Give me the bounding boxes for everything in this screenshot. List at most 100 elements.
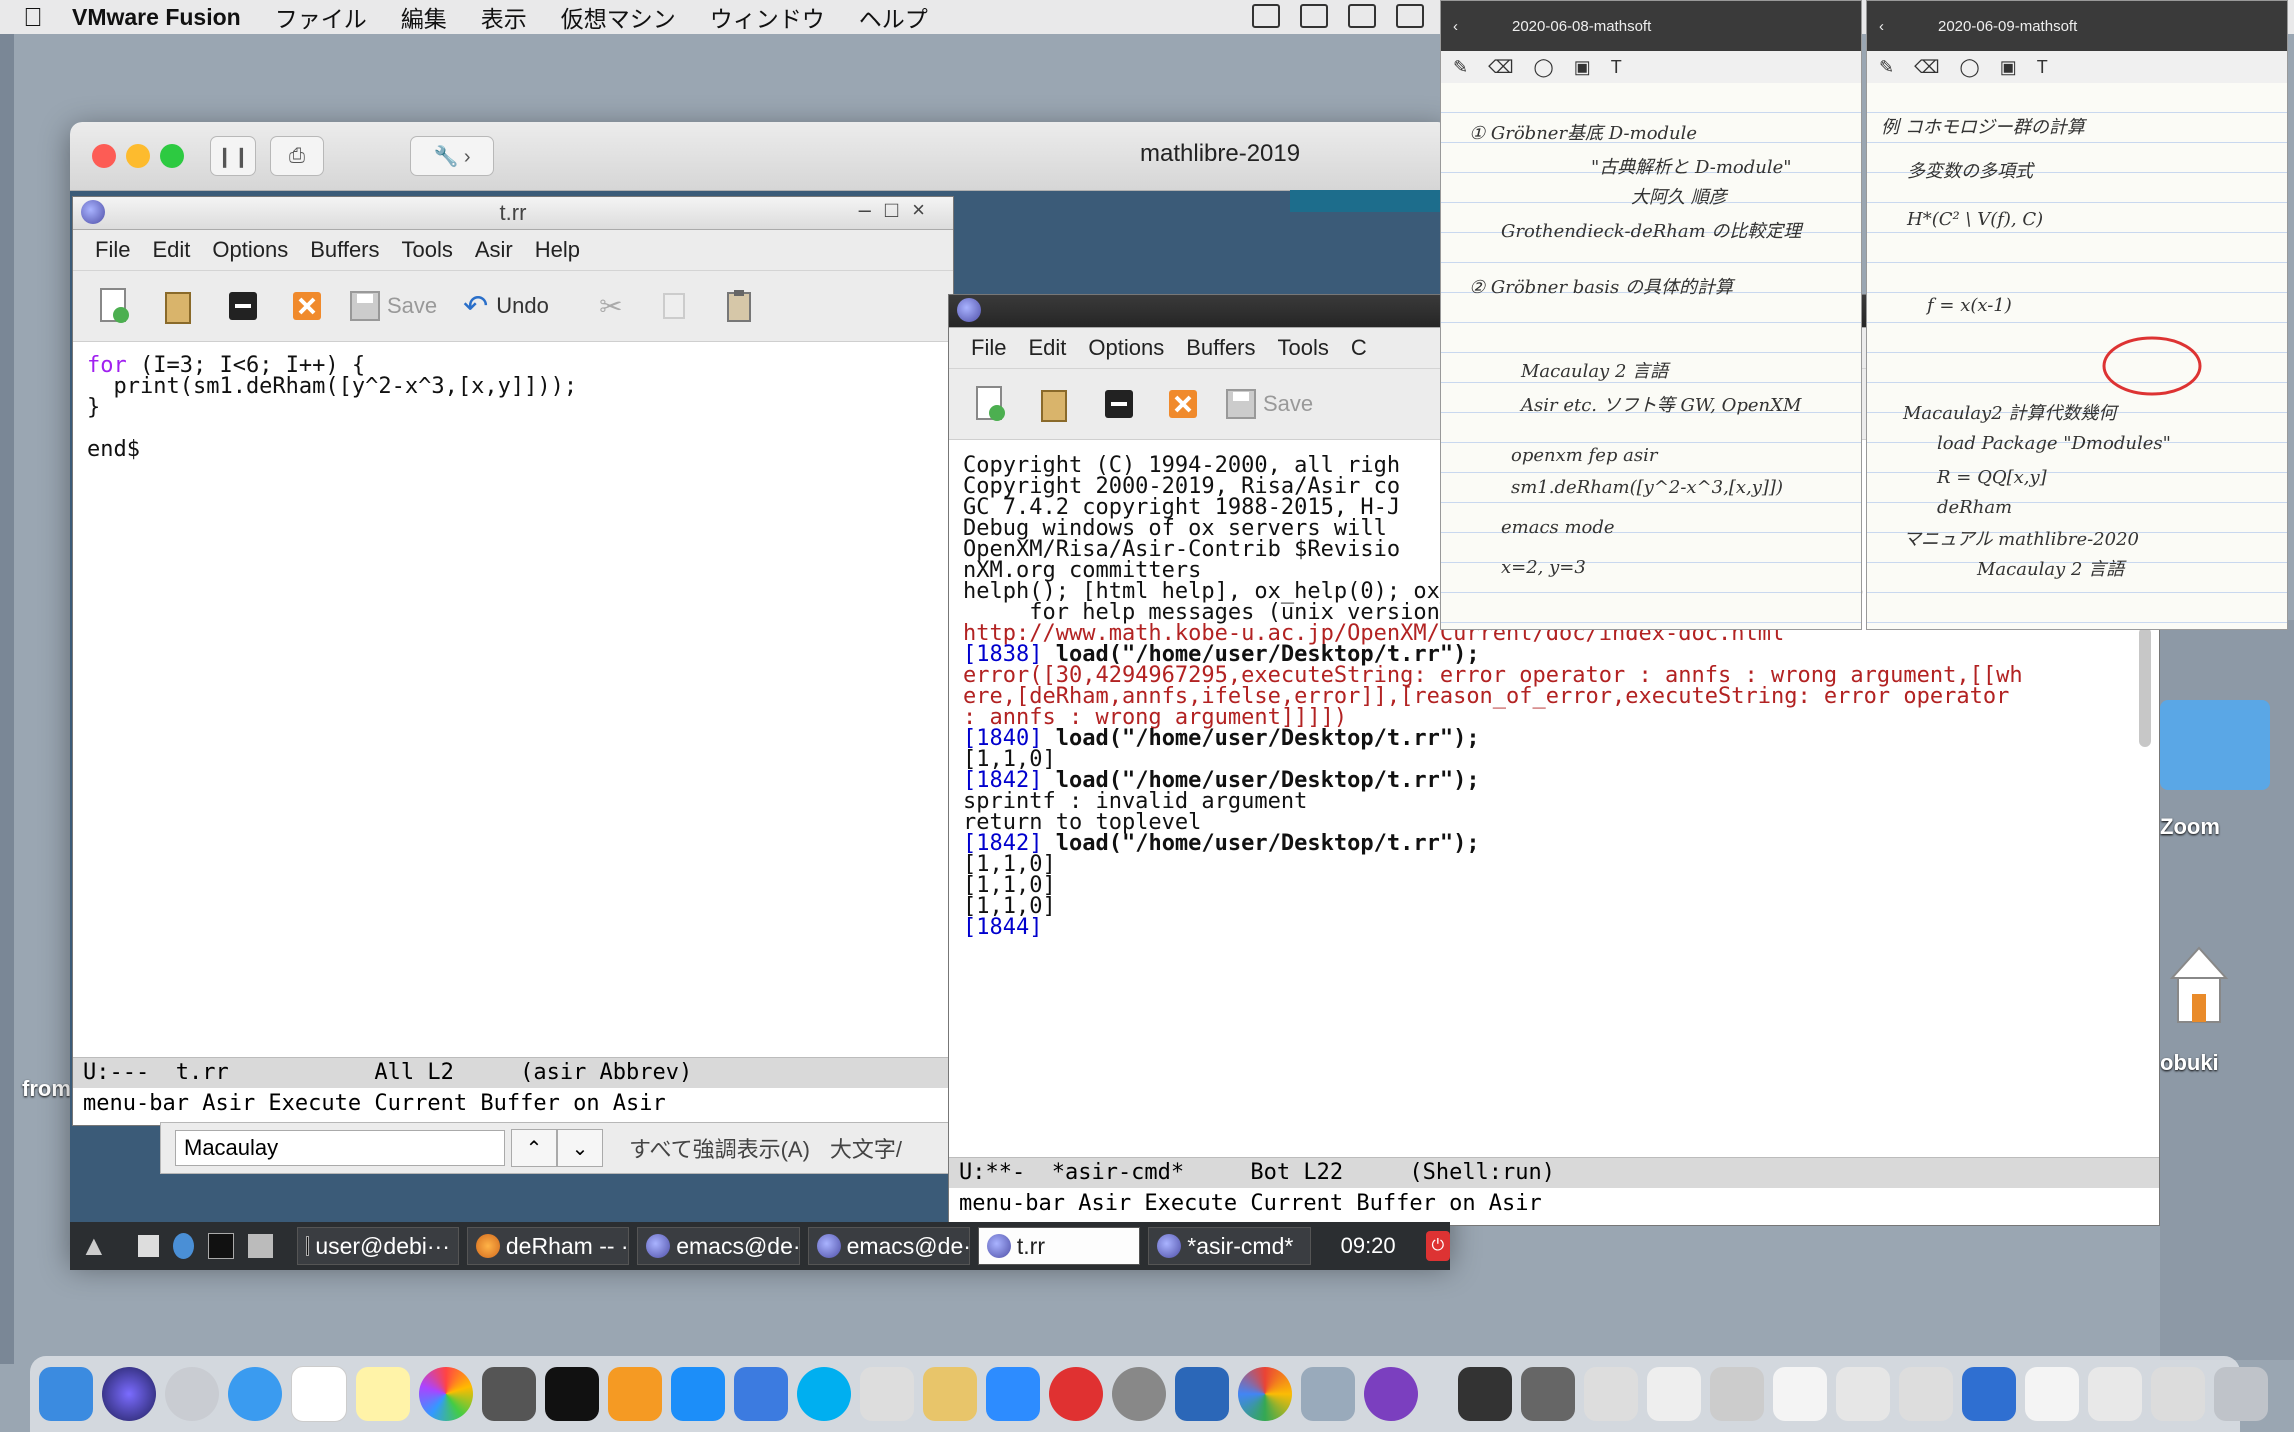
minimized-window-icon[interactable] bbox=[2088, 1367, 2142, 1421]
find-previous-button[interactable]: ⌃ bbox=[511, 1129, 557, 1167]
cut-icon[interactable]: ✂ bbox=[589, 284, 633, 328]
undo-button[interactable]: ↶ Undo bbox=[463, 289, 549, 324]
zoom-icon[interactable] bbox=[986, 1367, 1040, 1421]
menu-tools[interactable]: Tools bbox=[1278, 335, 1329, 361]
emacs-icon[interactable] bbox=[1364, 1367, 1418, 1421]
pen-icon[interactable]: ✎ bbox=[1879, 57, 1894, 78]
copy-icon[interactable] bbox=[653, 284, 697, 328]
books-icon[interactable] bbox=[608, 1367, 662, 1421]
save-button[interactable]: Save bbox=[349, 290, 437, 322]
minibuffer-asircmd[interactable]: menu-bar Asir Execute Current Buffer on … bbox=[949, 1189, 2159, 1219]
terminal-icon[interactable] bbox=[545, 1367, 599, 1421]
eraser-icon[interactable]: ⌫ bbox=[1488, 57, 1513, 78]
menu-file[interactable]: File bbox=[95, 237, 130, 263]
preview-icon[interactable] bbox=[860, 1367, 914, 1421]
save-button[interactable]: Save bbox=[1225, 388, 1313, 420]
scrollbar-thumb[interactable] bbox=[2139, 627, 2151, 747]
image-icon[interactable]: ▣ bbox=[1574, 57, 1591, 78]
home-folder-icon[interactable] bbox=[2168, 944, 2230, 1028]
highlight-all-option[interactable]: すべて強調表示(A) bbox=[629, 1132, 810, 1164]
menu-help[interactable]: Help bbox=[535, 237, 580, 263]
apple-icon[interactable]:  bbox=[20, 2, 46, 32]
note-panel-right[interactable]: ‹ 2020-06-09-mathsoft ✎ ⌫ ◯ ▣ T 例 コホモロジー群の計算… bbox=[1866, 0, 2288, 630]
menu-options[interactable]: Options bbox=[212, 237, 288, 263]
menu-window[interactable]: ウィンドウ bbox=[710, 0, 825, 34]
task-derham[interactable]: deRham -- ··· bbox=[466, 1227, 630, 1265]
open-folder-icon[interactable] bbox=[1033, 382, 1077, 426]
notes-icon[interactable] bbox=[356, 1367, 410, 1421]
menu-buffers[interactable]: Buffers bbox=[1186, 335, 1255, 361]
kill-icon[interactable] bbox=[285, 284, 329, 328]
siri-icon[interactable] bbox=[102, 1367, 156, 1421]
new-file-icon[interactable] bbox=[969, 382, 1013, 426]
task-emacs-1[interactable]: emacs@de··· bbox=[637, 1227, 800, 1265]
close-buffer-icon[interactable] bbox=[221, 284, 265, 328]
zoom-folder-icon[interactable] bbox=[2160, 700, 2270, 790]
menu-file[interactable]: ファイル bbox=[275, 0, 367, 34]
menu-help[interactable]: ヘルプ bbox=[859, 0, 928, 34]
search-input[interactable] bbox=[175, 1130, 505, 1166]
lasso-icon[interactable]: ◯ bbox=[1534, 57, 1554, 78]
menu-edit[interactable]: 編集 bbox=[401, 0, 447, 34]
minimized-window-icon[interactable] bbox=[1458, 1367, 1512, 1421]
pause-icon[interactable]: ❙❙ bbox=[210, 136, 256, 176]
minimize-button[interactable] bbox=[126, 144, 150, 168]
note-panel-left[interactable]: ‹ 2020-06-08-mathsoft ✎ ⌫ ◯ ▣ T ① Gröbner基底 … bbox=[1440, 0, 1862, 630]
minimized-window-icon[interactable] bbox=[1521, 1367, 1575, 1421]
window-controls-icon[interactable]: ‒□× bbox=[859, 197, 939, 223]
minimized-window-icon[interactable] bbox=[1899, 1367, 1953, 1421]
menu-vm[interactable]: 仮想マシン bbox=[561, 0, 676, 34]
paste-icon[interactable] bbox=[717, 284, 761, 328]
pencil-icon[interactable] bbox=[923, 1367, 977, 1421]
eraser-icon[interactable]: ⌫ bbox=[1914, 57, 1939, 78]
trash-icon[interactable] bbox=[2214, 1367, 2268, 1421]
finder-icon[interactable] bbox=[39, 1367, 93, 1421]
display-icon[interactable] bbox=[1348, 4, 1376, 28]
task-trr[interactable]: t.rr bbox=[977, 1227, 1141, 1265]
menu-file[interactable]: File bbox=[971, 335, 1006, 361]
back-icon[interactable]: ‹ bbox=[1879, 18, 1884, 35]
skype-icon[interactable] bbox=[797, 1367, 851, 1421]
browser-icon[interactable] bbox=[172, 1233, 194, 1259]
terminal-icon[interactable] bbox=[207, 1233, 235, 1259]
new-file-icon[interactable] bbox=[93, 284, 137, 328]
launchpad-icon[interactable] bbox=[165, 1367, 219, 1421]
start-menu-icon[interactable]: ▲ bbox=[80, 1230, 108, 1262]
desktop-label-zoom[interactable]: Zoom bbox=[2160, 814, 2220, 840]
image-capture-icon[interactable] bbox=[1301, 1367, 1355, 1421]
menu-edit[interactable]: Edit bbox=[152, 237, 190, 263]
power-icon[interactable]: ⏻ bbox=[1425, 1231, 1450, 1261]
calendar-icon[interactable] bbox=[291, 1366, 347, 1422]
menu-view[interactable]: 表示 bbox=[481, 0, 527, 34]
minimized-window-icon[interactable] bbox=[1710, 1367, 1764, 1421]
desktop-label-from[interactable]: from bbox=[22, 1076, 71, 1102]
vmware-icon[interactable] bbox=[734, 1367, 788, 1421]
photobooth-icon[interactable] bbox=[482, 1367, 536, 1421]
emacs-window-trr[interactable]: t.rr ‒□× File Edit Options Buffers Tools… bbox=[72, 196, 954, 1126]
minimized-window-icon[interactable] bbox=[1773, 1367, 1827, 1421]
system-preferences-icon[interactable] bbox=[1112, 1367, 1166, 1421]
f5-icon[interactable] bbox=[1049, 1367, 1103, 1421]
appstore-icon[interactable] bbox=[671, 1367, 725, 1421]
photos-icon[interactable] bbox=[419, 1367, 473, 1421]
minimized-window-icon[interactable] bbox=[1836, 1367, 1890, 1421]
menu-edit[interactable]: Edit bbox=[1028, 335, 1066, 361]
lasso-icon[interactable]: ◯ bbox=[1960, 57, 1980, 78]
file-manager-icon[interactable] bbox=[248, 1234, 273, 1258]
kill-icon[interactable] bbox=[1161, 382, 1205, 426]
close-buffer-icon[interactable] bbox=[1097, 382, 1141, 426]
minimized-window-icon[interactable] bbox=[1647, 1367, 1701, 1421]
camera-icon[interactable] bbox=[1252, 4, 1280, 28]
open-folder-icon[interactable] bbox=[157, 284, 201, 328]
image-icon[interactable]: ▣ bbox=[2000, 57, 2017, 78]
text-icon[interactable]: T bbox=[1611, 57, 1622, 78]
app-menu-vmware[interactable]: VMware Fusion bbox=[72, 4, 241, 31]
menu-cut[interactable]: C bbox=[1351, 335, 1367, 361]
snapshot-icon[interactable]: ⎙ bbox=[270, 136, 324, 176]
find-next-button[interactable]: ⌄ bbox=[557, 1129, 603, 1167]
menu-tools[interactable]: Tools bbox=[402, 237, 453, 263]
pen-icon[interactable]: ✎ bbox=[1453, 57, 1468, 78]
r-icon[interactable] bbox=[1175, 1367, 1229, 1421]
emacs-titlebar-trr[interactable]: t.rr ‒□× bbox=[73, 197, 953, 230]
settings-wrench-icon[interactable]: 🔧 › bbox=[410, 136, 494, 176]
